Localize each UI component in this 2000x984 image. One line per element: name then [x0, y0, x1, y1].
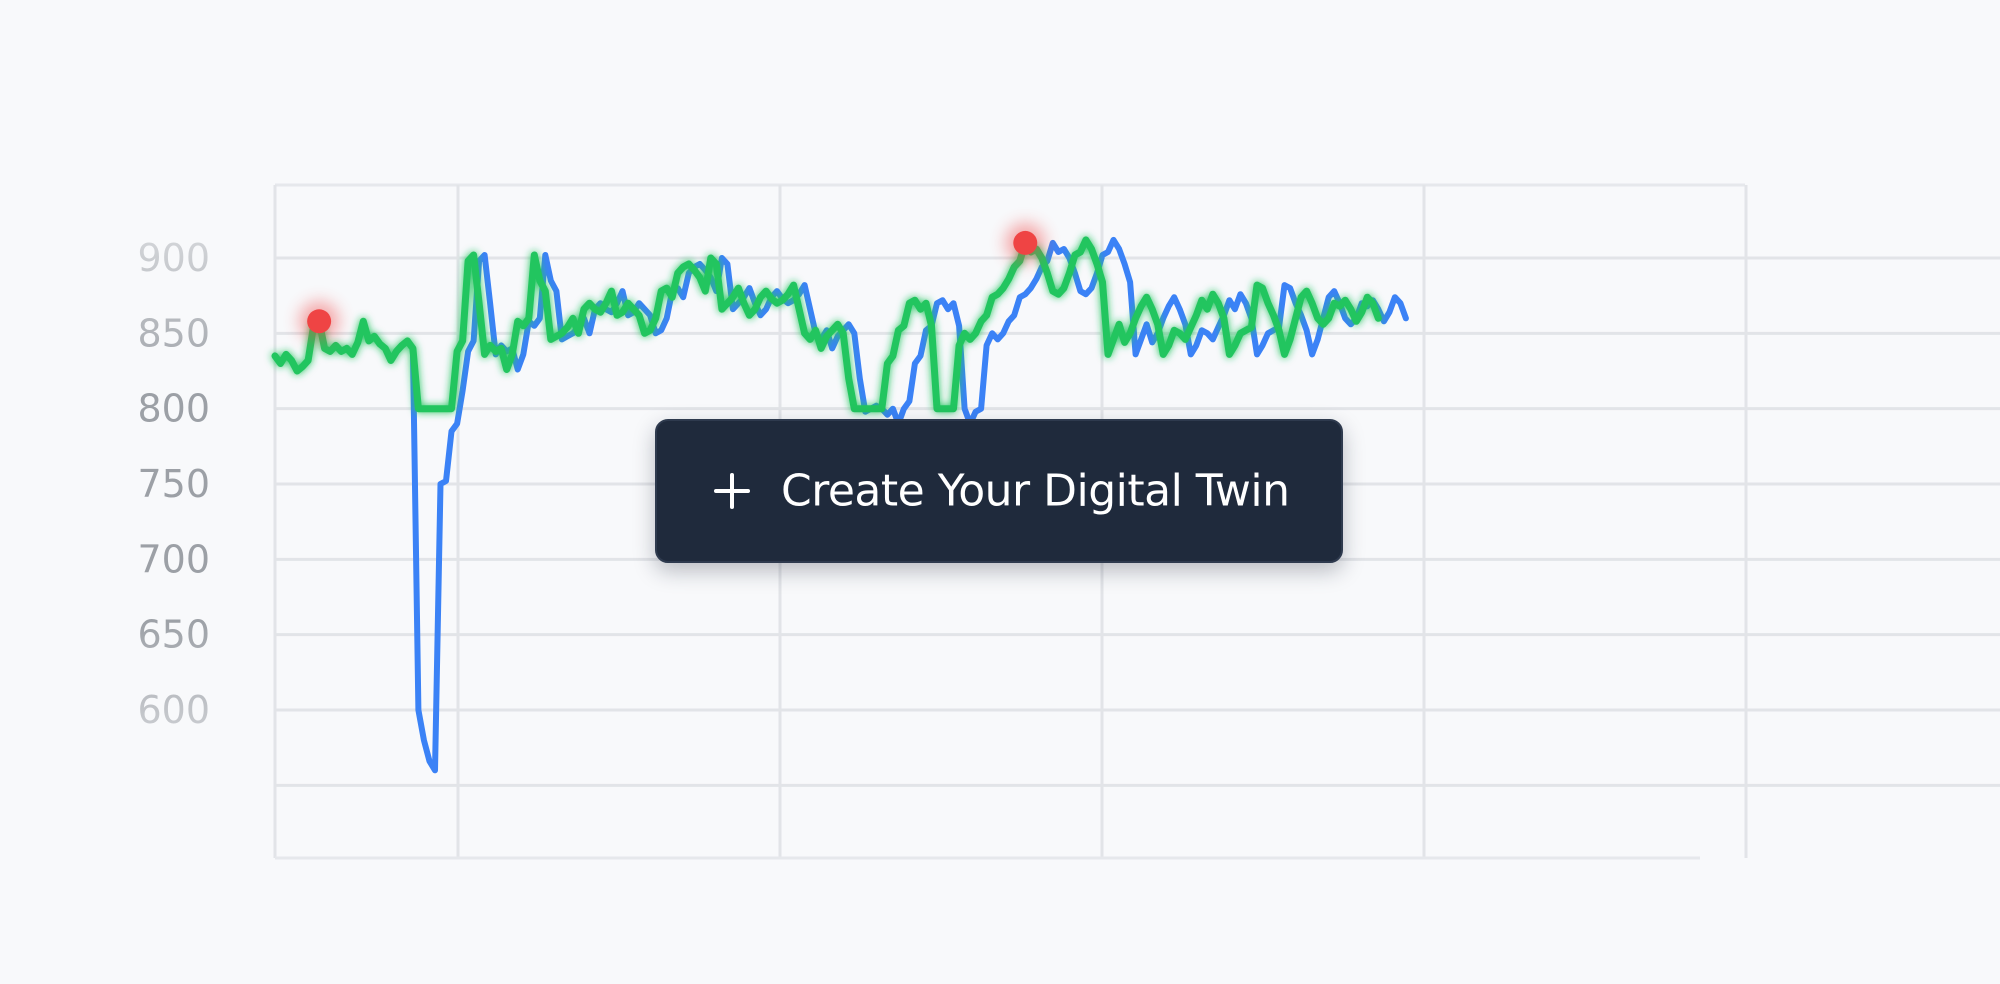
y-tick-label: 750	[137, 462, 210, 506]
series-line-green	[271, 236, 1382, 413]
anomaly-point	[1013, 230, 1038, 255]
y-tick-label: 650	[137, 613, 210, 657]
anomaly-point	[307, 309, 332, 334]
y-tick-label: 850	[137, 311, 210, 355]
create-digital-twin-label: Create Your Digital Twin	[781, 465, 1290, 517]
y-tick-label: 800	[137, 387, 210, 431]
y-tick-label: 700	[137, 537, 210, 581]
y-tick-label: 900	[137, 236, 210, 280]
y-axis-ticks: 900 850 800 750 700 650 600	[137, 236, 210, 732]
plus-icon	[714, 473, 750, 509]
y-tick-label: 600	[137, 688, 210, 732]
create-digital-twin-button[interactable]: Create Your Digital Twin	[655, 419, 1343, 563]
